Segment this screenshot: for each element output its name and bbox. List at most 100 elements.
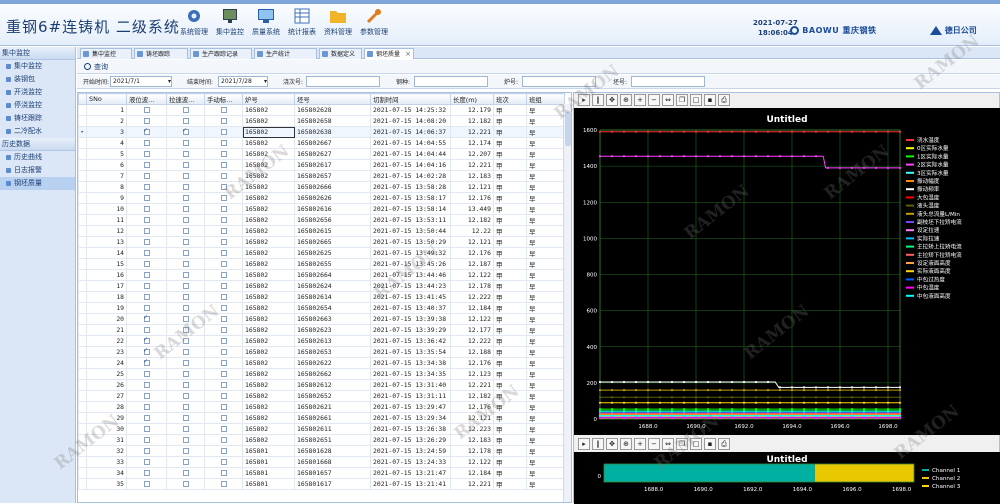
cell-furnace[interactable]: 165802	[242, 148, 296, 160]
zoom-out-icon[interactable]: −	[648, 438, 660, 450]
cell-shift[interactable]: 甲	[493, 203, 528, 215]
checkbox[interactable]	[182, 415, 189, 421]
cell-ls[interactable]	[166, 390, 206, 402]
cell-time[interactable]: 2021-07-15 13:40:37	[370, 302, 452, 314]
cell-team[interactable]: 早	[526, 401, 566, 413]
table-row[interactable]: 23 1658021658026532021-07-15 13:35:5412.1…	[78, 346, 566, 358]
cell-shift[interactable]: 甲	[493, 368, 528, 380]
cell-len[interactable]: 12.122	[450, 456, 495, 468]
table-row[interactable]: 15 165802 165802655 2021-07-15 13:45:26 12.1…	[78, 258, 566, 270]
cell-ls[interactable]	[166, 258, 206, 270]
cell-team[interactable]: 早	[526, 412, 566, 424]
cell-time[interactable]: 2021-07-15 13:24:59	[370, 445, 452, 457]
zoom-in-icon[interactable]: +	[634, 94, 646, 106]
cell-furnace[interactable]: 165802	[242, 203, 296, 215]
cell-len[interactable]: 12.221	[450, 478, 495, 490]
cell-billet[interactable]: 165802617	[294, 159, 372, 171]
checkbox[interactable]	[143, 261, 150, 267]
cell-sd[interactable]	[204, 126, 244, 138]
checkbox[interactable]	[182, 360, 189, 366]
cell-lv[interactable]	[126, 236, 168, 248]
table-row[interactable]: 11 165802 165802656 2021-07-15 13:53:11 12.1…	[78, 214, 566, 226]
cell-len[interactable]: 12.207	[450, 148, 495, 160]
cell-furnace[interactable]: 165801	[242, 456, 296, 468]
cell-billet[interactable]: 165802626	[294, 192, 372, 204]
cell-sd[interactable]	[204, 192, 244, 204]
checkbox[interactable]	[143, 404, 150, 410]
checkbox[interactable]	[182, 294, 189, 300]
cell-sd[interactable]	[204, 445, 244, 457]
cell-time[interactable]: 2021-07-15 14:02:28	[370, 170, 452, 182]
checkbox[interactable]	[182, 481, 189, 487]
cell-shift[interactable]: 甲	[493, 225, 528, 237]
checkbox[interactable]	[220, 349, 227, 355]
cell-team[interactable]: 早	[526, 434, 566, 446]
checkbox[interactable]	[143, 459, 150, 465]
cell-furnace[interactable]: 165802	[242, 115, 296, 127]
checkbox[interactable]	[143, 283, 150, 289]
cell-shift[interactable]: 甲	[493, 445, 528, 457]
cell-furnace[interactable]: 165802	[242, 401, 296, 413]
cell-time[interactable]: 2021-07-15 13:44:46	[370, 269, 452, 281]
checkbox[interactable]	[143, 470, 150, 476]
cell-shift[interactable]: 甲	[493, 478, 528, 490]
checkbox[interactable]	[182, 371, 189, 377]
cell-team[interactable]: 早	[526, 247, 566, 259]
table-row[interactable]: 25 165802 165802662 2021-07-15 13:34:35 12.1…	[78, 368, 566, 380]
cell-billet[interactable]: 165802654	[294, 302, 372, 314]
zoom-box-icon[interactable]: ⊕	[620, 438, 632, 450]
cell-billet[interactable]: 165802628	[294, 104, 372, 116]
checkbox[interactable]	[143, 206, 150, 212]
cell-ls[interactable]	[166, 423, 206, 435]
sidebar-item[interactable]: 装钢包	[0, 73, 75, 86]
cell-shift[interactable]: 甲	[493, 324, 528, 336]
tab[interactable]: 集中监控	[80, 48, 132, 59]
furnace-no-input[interactable]	[522, 76, 596, 87]
cell-team[interactable]: 早	[526, 346, 566, 358]
cell-ls[interactable]	[166, 225, 206, 237]
cell-ls[interactable]	[166, 434, 206, 446]
cell-billet[interactable]: 165802662	[294, 368, 372, 380]
table-row[interactable]: 22 1658021658026132021-07-15 13:36:4212.2…	[78, 335, 566, 347]
sidebar-item[interactable]: 集中监控	[0, 60, 75, 73]
checkbox[interactable]	[220, 129, 227, 135]
sidebar-item[interactable]: 日志报警	[0, 164, 75, 177]
billet-no-input[interactable]	[631, 76, 705, 87]
cell-team[interactable]: 早	[526, 170, 566, 182]
cell-len[interactable]: 12.183	[450, 170, 495, 182]
cell-sd[interactable]	[204, 401, 244, 413]
cell-ls[interactable]	[166, 214, 206, 226]
cell-time[interactable]: 2021-07-15 13:34:35	[370, 368, 452, 380]
checkbox[interactable]	[182, 327, 189, 333]
cell-time[interactable]: 2021-07-15 13:24:33	[370, 456, 452, 468]
cell-shift[interactable]: 甲	[493, 269, 528, 281]
cell-lv[interactable]	[126, 390, 168, 402]
checkbox[interactable]	[182, 239, 189, 245]
cell-furnace[interactable]: 165802	[242, 258, 296, 270]
cell-lv[interactable]	[126, 214, 168, 226]
cell-shift[interactable]: 甲	[493, 148, 528, 160]
cell-ls[interactable]	[166, 324, 206, 336]
checkbox[interactable]	[220, 448, 227, 454]
cell-sd[interactable]	[204, 390, 244, 402]
cell-len[interactable]: 12.174	[450, 137, 495, 149]
cell-lv[interactable]	[126, 148, 168, 160]
checkbox[interactable]	[143, 371, 150, 377]
cell-team[interactable]: 早	[526, 456, 566, 468]
cell-billet[interactable]: 165802614	[294, 291, 372, 303]
cell-time[interactable]: 2021-07-15 13:58:28	[370, 181, 452, 193]
cell-team[interactable]: 早	[526, 357, 566, 369]
vertical-scrollbar[interactable]	[563, 104, 571, 502]
cell-shift[interactable]: 甲	[493, 280, 528, 292]
cell-ls[interactable]	[166, 159, 206, 171]
cell-sno[interactable]: 5	[86, 148, 128, 160]
cell-billet[interactable]: 165802665	[294, 236, 372, 248]
cell-sd[interactable]	[204, 302, 244, 314]
cell-sno[interactable]: 31	[86, 434, 128, 446]
cell-ls[interactable]	[166, 467, 206, 479]
query-button[interactable]: 查询	[83, 61, 108, 73]
checkbox[interactable]	[182, 217, 189, 223]
checkbox[interactable]	[220, 481, 227, 487]
cell-ls[interactable]	[166, 346, 206, 358]
cell-team[interactable]: 早	[526, 379, 566, 391]
